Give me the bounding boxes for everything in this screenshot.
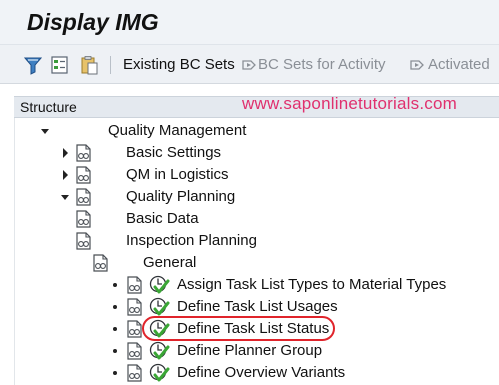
bullet-icon bbox=[113, 349, 117, 353]
clipboard-icon[interactable] bbox=[79, 55, 99, 75]
toolbar-separator bbox=[110, 56, 111, 74]
tree-node-assign-task-list-types-to-material-types[interactable]: Assign Task List Types to Material Types bbox=[0, 274, 499, 296]
expand-triangle-icon[interactable] bbox=[60, 142, 70, 164]
bullet-icon bbox=[113, 371, 117, 375]
tree-node-label[interactable]: Basic Settings bbox=[126, 144, 221, 162]
expand-tree-icon[interactable] bbox=[50, 55, 70, 75]
watermark-text: www.saponlinetutorials.com bbox=[242, 94, 457, 113]
tree-node-define-task-list-usages[interactable]: Define Task List Usages bbox=[0, 296, 499, 318]
activated-button[interactable]: Activated bbox=[428, 53, 490, 77]
execute-activity-icon[interactable] bbox=[148, 362, 170, 384]
tree-node-define-planner-group[interactable]: Define Planner Group bbox=[0, 340, 499, 362]
page-title: Display IMG bbox=[27, 9, 159, 35]
tree-node-label[interactable]: Assign Task List Types to Material Types bbox=[177, 276, 446, 294]
documentation-icon[interactable] bbox=[74, 187, 94, 207]
tree-node-label[interactable]: Quality Management bbox=[108, 122, 246, 140]
collapse-triangle-icon[interactable] bbox=[60, 186, 70, 208]
documentation-icon[interactable] bbox=[74, 209, 94, 229]
bc-sets-for-activity-button[interactable]: BC Sets for Activity bbox=[258, 53, 386, 77]
execute-activity-icon[interactable] bbox=[148, 274, 170, 296]
tree-node-label[interactable]: Inspection Planning bbox=[126, 232, 257, 250]
title-bar: Display IMG bbox=[0, 0, 499, 44]
bullet-icon bbox=[113, 305, 117, 309]
documentation-icon[interactable] bbox=[125, 275, 145, 295]
tree-node-label[interactable]: Define Overview Variants bbox=[177, 364, 345, 382]
documentation-icon[interactable] bbox=[74, 231, 94, 251]
tree-node-label[interactable]: Basic Data bbox=[126, 210, 199, 228]
tree-node-basic-settings[interactable]: Basic Settings bbox=[0, 142, 499, 164]
tree-node-quality-planning[interactable]: Quality Planning bbox=[0, 186, 499, 208]
collapse-triangle-icon[interactable] bbox=[40, 120, 50, 142]
documentation-icon[interactable] bbox=[125, 341, 145, 361]
documentation-icon[interactable] bbox=[74, 165, 94, 185]
application-toolbar: Existing BC Sets BC Sets for Activity Ac… bbox=[0, 44, 499, 84]
bullet-icon bbox=[113, 283, 117, 287]
tree-node-define-overview-variants[interactable]: Define Overview Variants bbox=[0, 362, 499, 384]
tree-node-label[interactable]: Define Planner Group bbox=[177, 342, 322, 360]
filter-icon[interactable] bbox=[24, 55, 42, 75]
expand-triangle-icon[interactable] bbox=[60, 164, 70, 186]
documentation-icon[interactable] bbox=[125, 363, 145, 383]
existing-bc-sets-button[interactable]: Existing BC Sets bbox=[123, 53, 235, 77]
execute-activity-icon[interactable] bbox=[148, 340, 170, 362]
documentation-icon[interactable] bbox=[125, 297, 145, 317]
tree-node-label[interactable]: QM in Logistics bbox=[126, 166, 229, 184]
tree-node-label[interactable]: Define Task List Usages bbox=[177, 298, 338, 316]
tree-node-label[interactable]: Quality Planning bbox=[126, 188, 235, 206]
execute-activity-icon[interactable] bbox=[148, 296, 170, 318]
documentation-icon[interactable] bbox=[74, 143, 94, 163]
tree-node-qm-in-logistics[interactable]: QM in Logistics bbox=[0, 164, 499, 186]
tree-node-label[interactable]: General bbox=[143, 254, 196, 272]
tree-node-inspection-planning[interactable]: Inspection Planning bbox=[0, 230, 499, 252]
tree-node-quality-management[interactable]: Quality Management bbox=[0, 120, 499, 142]
structure-label: Structure bbox=[20, 99, 77, 115]
bullet-icon bbox=[113, 327, 117, 331]
tree-node-basic-data[interactable]: Basic Data bbox=[0, 208, 499, 230]
tree-node-general[interactable]: General bbox=[0, 252, 499, 274]
highlight-circle bbox=[142, 316, 335, 341]
documentation-icon[interactable] bbox=[91, 253, 111, 273]
activated-bc-sets-icon bbox=[410, 60, 424, 70]
bc-sets-icon bbox=[242, 60, 256, 70]
